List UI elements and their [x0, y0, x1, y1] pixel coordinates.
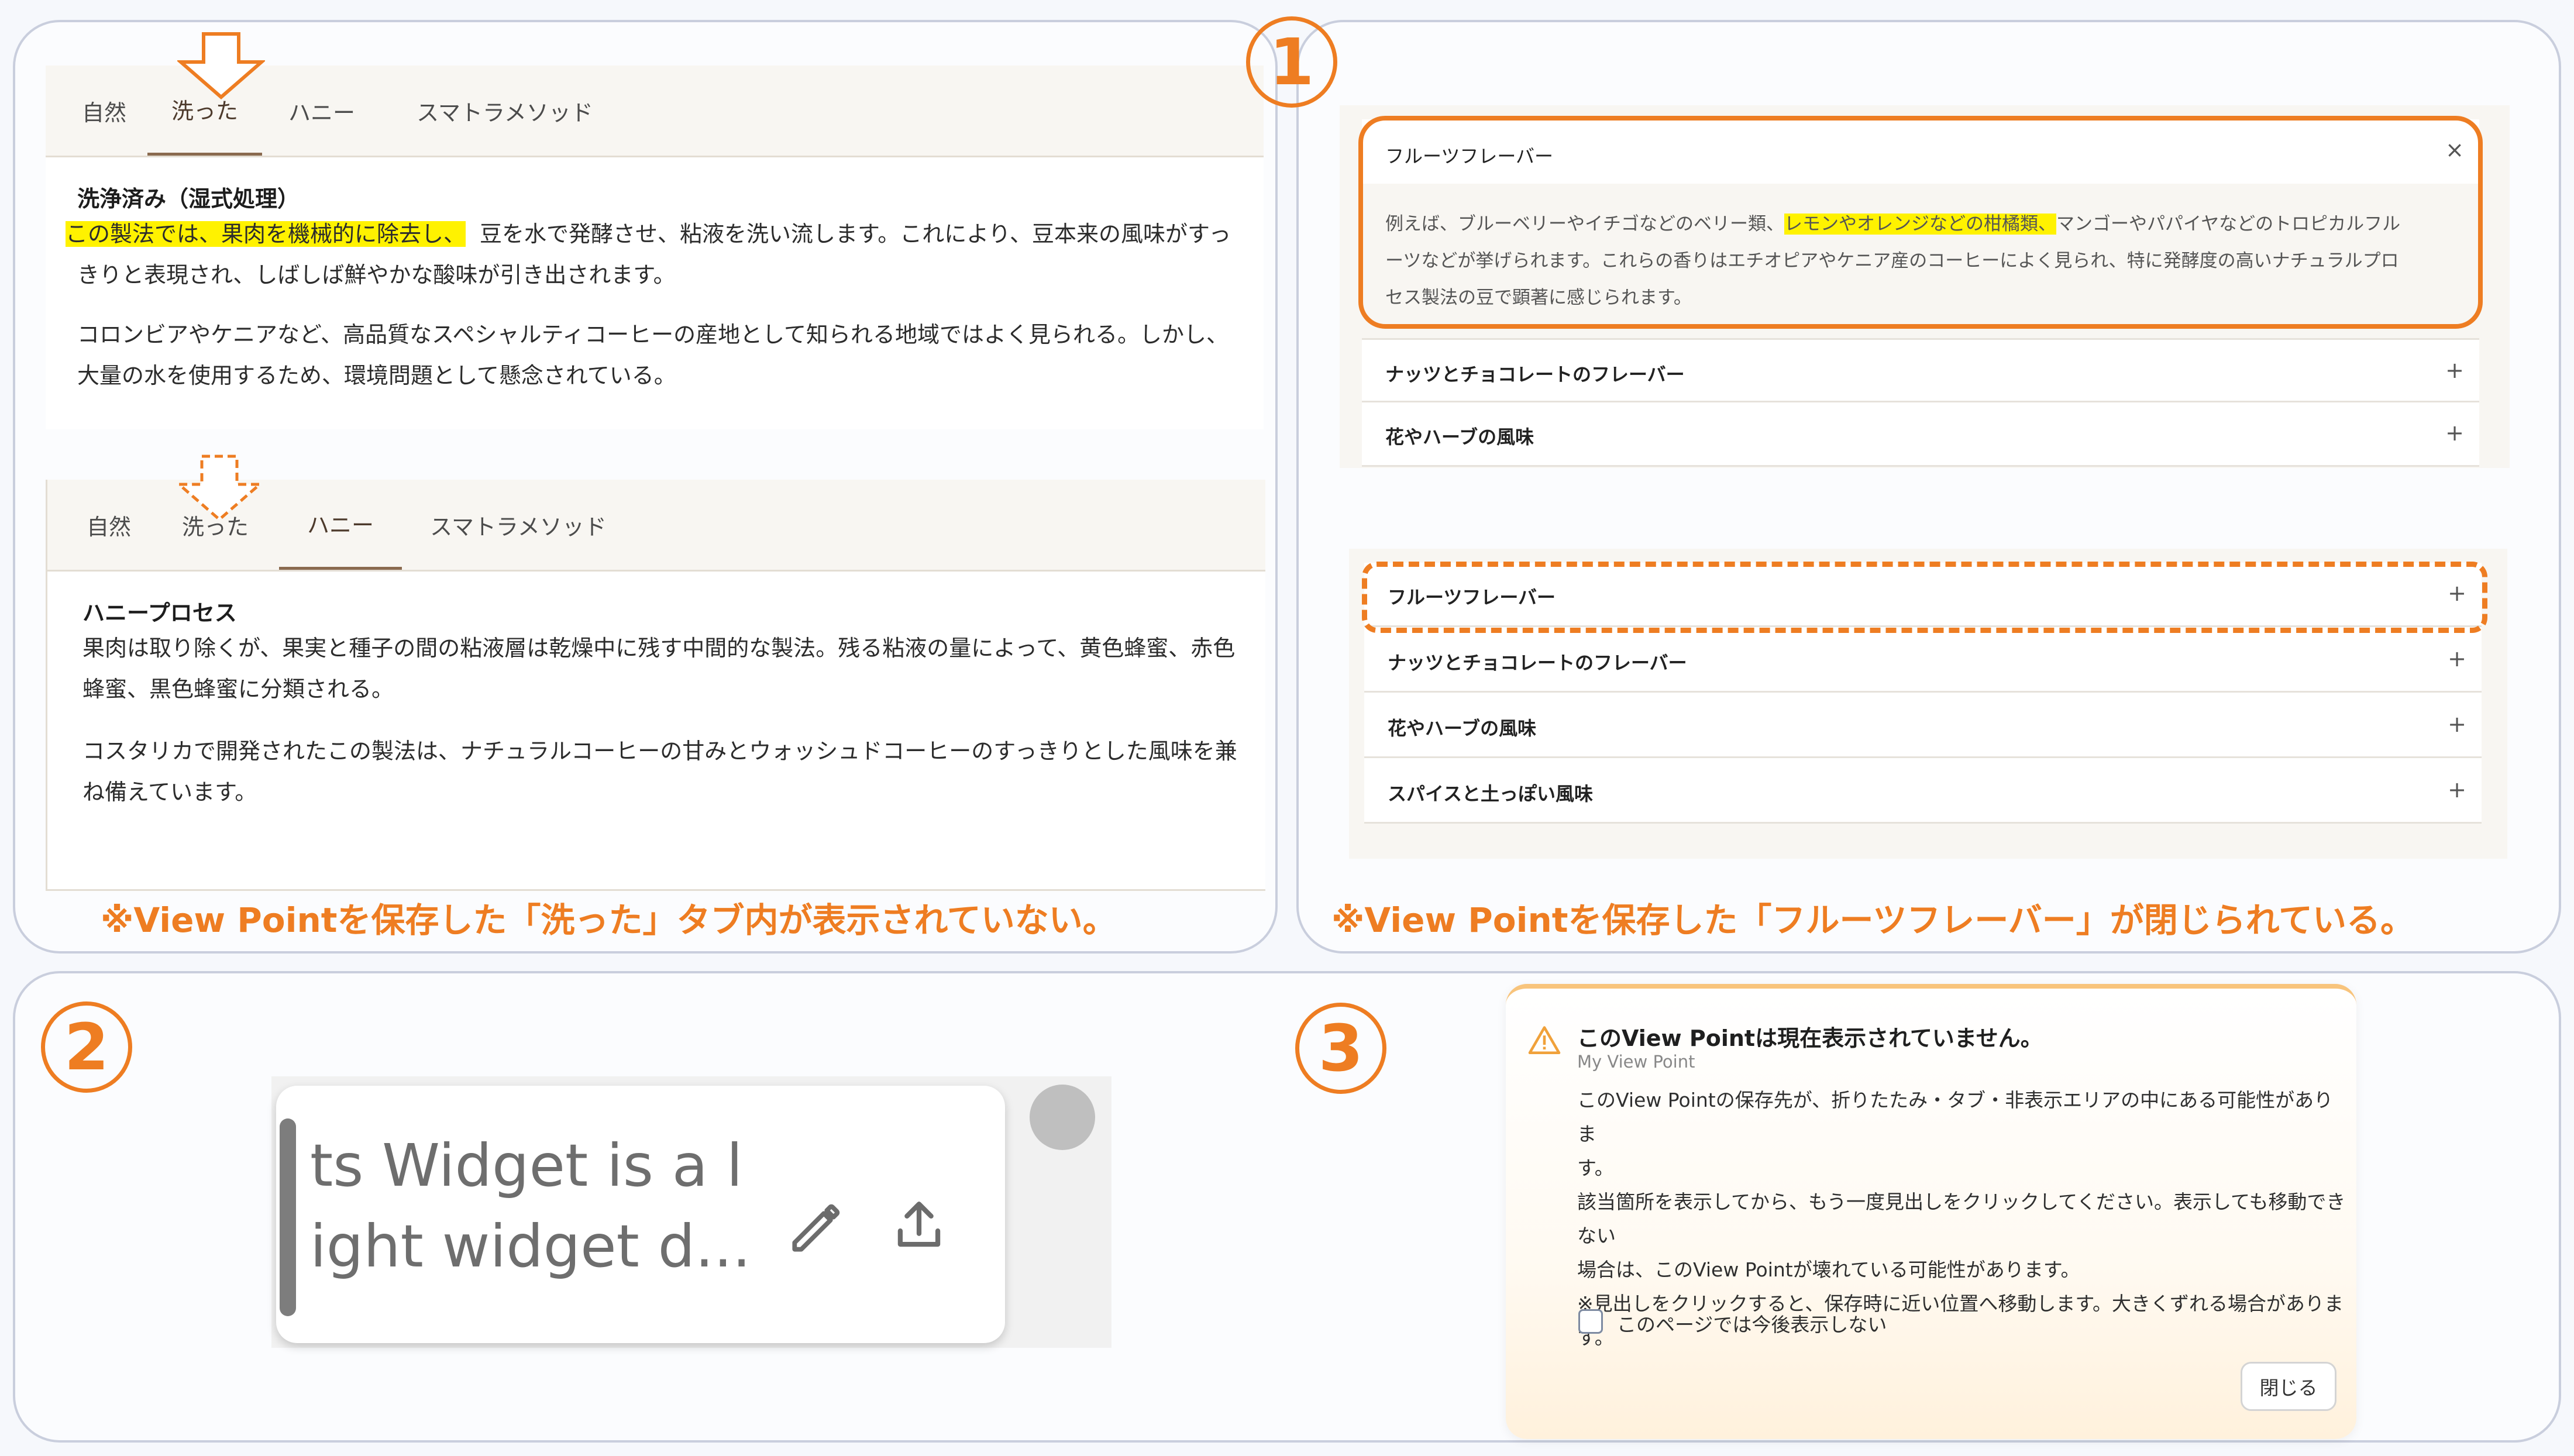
- accordion-item-spice[interactable]: スパイスと土っぽい風味 +: [1364, 758, 2482, 824]
- highlight-text: この製法では、果肉を機械的に除去し、: [66, 221, 466, 247]
- view-point-dialog: このView Pointは現在表示されていません。 My View Point …: [1506, 984, 2356, 1439]
- accordion-label: 花やハーブの風味: [1388, 717, 1537, 739]
- tab-honey[interactable]: ハニー: [279, 480, 402, 570]
- tab-sumatra[interactable]: スマトラメソッド: [422, 480, 615, 570]
- drag-handle[interactable]: [280, 1118, 296, 1316]
- dialog-body-line: す。: [1577, 1156, 1614, 1179]
- paragraph-text: 大量の水を使用するため、環境問題として懸念されている。: [77, 363, 676, 388]
- accordion-item-floral[interactable]: 花やハーブの風味 +: [1364, 693, 2482, 758]
- tab-honey[interactable]: ハニー: [275, 66, 369, 156]
- section-title: 洗浄済み（湿式処理）: [77, 186, 300, 212]
- step-number-3: 3: [1295, 1003, 1386, 1094]
- upload-icon[interactable]: [887, 1193, 951, 1258]
- highlight-frame-solid: [1358, 116, 2483, 329]
- step-number-1: 1: [1246, 16, 1337, 108]
- view-point-widget[interactable]: ts Widget is a l ight widget d...: [276, 1086, 1005, 1343]
- caption-tabs: ※View Pointを保存した「洗った」タブ内が表示されていない。: [101, 900, 1117, 940]
- paragraph-text: ね備えています。: [82, 779, 257, 805]
- honey-paragraph-2: コスタリカで開発されたこの製法は、ナチュラルコーヒーの甘みとウォッシュドコーヒー…: [82, 731, 1264, 813]
- tab-natural[interactable]: 自然: [71, 480, 147, 570]
- tabs-card-honey: 自然 洗った ハニー スマトラメソッド ハニープロセス 果肉は取り除くが、果実と…: [46, 480, 1265, 891]
- widget-title-text: ts Widget is a l ight widget d...: [310, 1131, 751, 1281]
- warning-icon: [1528, 1026, 1561, 1054]
- accordion-label: スパイスと土っぽい風味: [1388, 783, 1594, 805]
- tabs-card-washed: 自然 洗った ハニー スマトラメソッド 洗浄済み（湿式処理） この製法では、果肉…: [46, 66, 1264, 429]
- accordion-item-floral[interactable]: 花やハーブの風味 +: [1362, 402, 2479, 467]
- dialog-title: このView Pointは現在表示されていません。: [1577, 1025, 2043, 1051]
- plus-icon[interactable]: +: [2443, 357, 2466, 383]
- accordion-label: ナッツとチョコレートのフレーバー: [1388, 652, 1687, 674]
- dialog-body-line: 該当箇所を表示してから、もう一度見出しをクリックしてください。表示しても移動でき…: [1577, 1190, 2346, 1247]
- dont-show-checkbox[interactable]: [1578, 1309, 1603, 1334]
- caption-accordion: ※View Pointを保存した「フルーツフレーバー」が閉じられている。: [1331, 900, 2415, 940]
- plus-icon[interactable]: +: [2443, 420, 2466, 446]
- paragraph-text: コロンビアやケニアなど、高品質なスペシャルティコーヒーの産地として知られる地域で…: [77, 322, 1229, 347]
- dialog-subtitle: My View Point: [1577, 1052, 1695, 1072]
- highlight-frame-dashed: [1362, 562, 2487, 633]
- dont-show-label[interactable]: このページでは今後表示しない: [1617, 1309, 1887, 1337]
- plus-icon[interactable]: +: [2445, 646, 2469, 672]
- plus-icon[interactable]: +: [2445, 777, 2469, 803]
- tab-sumatra[interactable]: スマトラメソッド: [408, 66, 601, 156]
- widget-toggle-dot[interactable]: [1030, 1085, 1095, 1150]
- paragraph-text: コスタリカで開発されたこの製法は、ナチュラルコーヒーの甘みとウォッシュドコーヒー…: [82, 738, 1237, 764]
- down-arrow-dashed-icon: [176, 455, 263, 522]
- washed-paragraph-2: コロンビアやケニアなど、高品質なスペシャルティコーヒーの産地として知られる地域で…: [77, 314, 1259, 396]
- accordion-label: ナッツとチョコレートのフレーバー: [1385, 363, 1685, 385]
- accordion-item-nuts[interactable]: ナッツとチョコレートのフレーバー +: [1364, 627, 2482, 693]
- dialog-body-line: 場合は、このView Pointが壊れている可能性があります。: [1577, 1258, 2080, 1281]
- accordion-label: 花やハーブの風味: [1385, 426, 1534, 448]
- dialog-body-line: このView Pointの保存先が、折りたたみ・タブ・非表示エリアの中にある可能…: [1577, 1089, 2334, 1145]
- close-button[interactable]: 閉じる: [2241, 1362, 2336, 1411]
- accordion-item-nuts[interactable]: ナッツとチョコレートのフレーバー +: [1362, 338, 2479, 402]
- tab-natural[interactable]: 自然: [69, 66, 139, 156]
- washed-paragraph-1: この製法では、果肉を機械的に除去し、 豆を水で発酵させ、粘液を洗い流します。これに…: [66, 214, 1259, 295]
- paragraph-text: 果肉は取り除くが、果実と種子の間の粘液層は乾燥中に残す中間的な製法。残る粘液の量…: [82, 635, 1236, 661]
- paragraph-text: 豆を水で発酵させ、粘液を洗い流します。これにより、豆本来の風味がすっ: [480, 221, 1231, 247]
- tab-panel-honey: ハニープロセス 果肉は取り除くが、果実と種子の間の粘液層は乾燥中に残す中間的な製…: [47, 572, 1265, 889]
- plus-icon[interactable]: +: [2445, 711, 2469, 737]
- pencil-icon[interactable]: [784, 1196, 848, 1260]
- section-title: ハニープロセス: [82, 600, 237, 626]
- down-arrow-icon: [177, 32, 265, 99]
- paragraph-text: きりと表現され、しばしば鮮やかな酸味が引き出されます。: [77, 262, 676, 288]
- step-number-2: 2: [41, 1001, 132, 1093]
- honey-paragraph-1: 果肉は取り除くが、果実と種子の間の粘液層は乾燥中に残す中間的な製法。残る粘液の量…: [82, 628, 1264, 710]
- paragraph-text: 蜂蜜、黒色蜂蜜に分類される。: [82, 676, 394, 702]
- tab-panel-washed: 洗浄済み（湿式処理） この製法では、果肉を機械的に除去し、 豆を水で発酵させ、粘液…: [46, 157, 1264, 429]
